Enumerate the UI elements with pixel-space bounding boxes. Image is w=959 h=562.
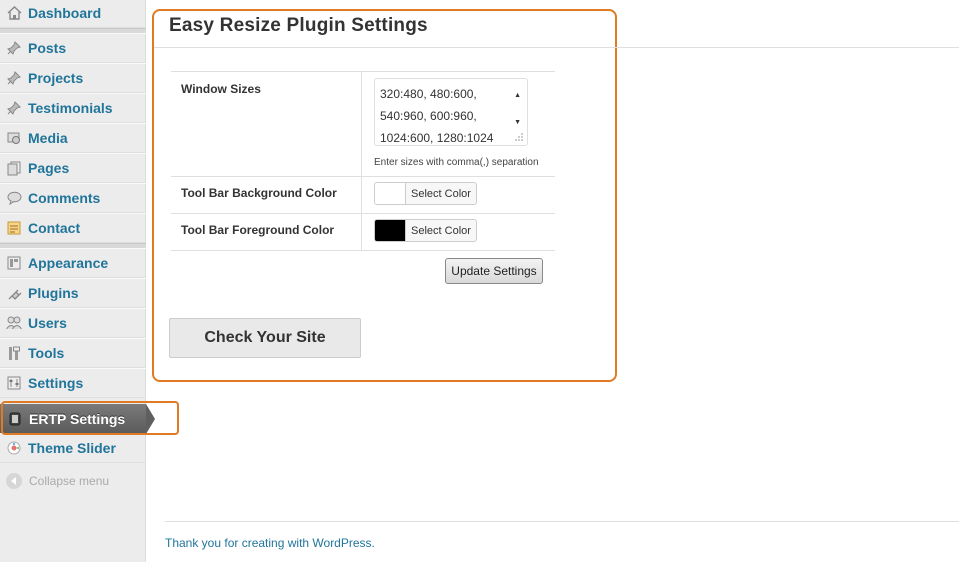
- sidebar-item-label: Contact: [28, 220, 81, 236]
- dashboard-icon: [6, 5, 22, 21]
- comment-icon: [6, 190, 22, 206]
- device-icon: [7, 411, 23, 427]
- update-settings-button[interactable]: Update Settings: [445, 258, 543, 284]
- window-sizes-value: 320:480, 480:600, 540:960, 600:960, 1024…: [380, 87, 494, 145]
- toolbar-bg-color-picker[interactable]: Select Color: [374, 182, 477, 205]
- collapse-arrow-icon: [6, 473, 22, 489]
- sidebar-item-label: Media: [28, 130, 68, 146]
- scroll-up-icon[interactable]: ▲: [514, 85, 521, 107]
- collapse-menu-button[interactable]: Collapse menu: [0, 470, 146, 492]
- toolbar-fg-swatch: [375, 220, 406, 241]
- sidebar-item-testimonials[interactable]: Testimonials: [0, 93, 146, 123]
- select-color-label: Select Color: [411, 224, 471, 237]
- sidebar-item-label: Tools: [28, 345, 65, 361]
- appearance-icon: [6, 255, 22, 271]
- sidebar-item-pages[interactable]: Pages: [0, 153, 146, 183]
- table-row-divider: [171, 213, 555, 214]
- toolbar-fg-label: Tool Bar Foreground Color: [181, 223, 335, 237]
- window-sizes-help: Enter sizes with comma(,) separation: [374, 157, 539, 168]
- footer-divider: [165, 521, 959, 522]
- sidebar-item-label: Appearance: [28, 255, 109, 271]
- table-row-divider: [171, 250, 555, 251]
- sidebar-item-label: Posts: [28, 40, 67, 56]
- select-color-label: Select Color: [411, 187, 471, 200]
- pushpin-icon: [6, 40, 22, 56]
- sidebar-item-label: ERTP Settings: [29, 411, 126, 427]
- title-divider: [154, 47, 959, 48]
- sidebar-item-label: Pages: [28, 160, 70, 176]
- sidebar-item-comments[interactable]: Comments: [0, 183, 146, 213]
- check-your-site-button[interactable]: Check Your Site: [169, 318, 361, 358]
- sidebar-item-label: Projects: [28, 70, 84, 86]
- sidebar-item-users[interactable]: Users: [0, 308, 146, 338]
- sidebar-item-dashboard[interactable]: Dashboard: [0, 0, 146, 28]
- sidebar-item-appearance[interactable]: Appearance: [0, 248, 146, 278]
- sidebar-item-plugins[interactable]: Plugins: [0, 278, 146, 308]
- sidebar-item-ertp-settings[interactable]: ERTP Settings: [0, 404, 155, 434]
- collapse-menu-label: Collapse menu: [29, 474, 110, 488]
- tools-icon: [6, 345, 22, 361]
- sidebar-item-settings[interactable]: Settings: [0, 368, 146, 398]
- toolbar-bg-swatch: [375, 183, 406, 204]
- sidebar-item-label: Plugins: [28, 285, 79, 301]
- sidebar-item-contact[interactable]: Contact: [0, 213, 146, 243]
- slider-icon: [6, 440, 22, 456]
- sidebar-item-label: Settings: [28, 375, 84, 391]
- sidebar-item-label: Comments: [28, 190, 101, 206]
- sidebar-item-posts[interactable]: Posts: [0, 33, 146, 63]
- plug-icon: [6, 285, 22, 301]
- toolbar-fg-color-picker[interactable]: Select Color: [374, 219, 477, 242]
- pushpin-icon: [6, 100, 22, 116]
- sidebar-item-projects[interactable]: Projects: [0, 63, 146, 93]
- users-icon: [6, 315, 22, 331]
- footer-wordpress-link[interactable]: Thank you for creating with WordPress.: [165, 536, 375, 550]
- sidebar-item-media[interactable]: Media: [0, 123, 146, 153]
- sidebar-item-label: Dashboard: [28, 5, 102, 21]
- sidebar-item-label: Theme Slider: [28, 440, 116, 456]
- pushpin-icon: [6, 70, 22, 86]
- sidebar-item-tools[interactable]: Tools: [0, 338, 146, 368]
- media-icon: [6, 130, 22, 146]
- settings-icon: [6, 375, 22, 391]
- toolbar-bg-label: Tool Bar Background Color: [181, 186, 337, 200]
- window-sizes-textarea[interactable]: 320:480, 480:600, 540:960, 600:960, 1024…: [374, 78, 528, 146]
- sidebar-item-label: Testimonials: [28, 100, 113, 116]
- table-row-divider: [171, 176, 555, 177]
- page-title: Easy Resize Plugin Settings: [169, 15, 428, 36]
- contact-icon: [6, 220, 22, 236]
- scroll-down-icon[interactable]: ▼: [514, 112, 521, 134]
- sidebar-item-theme-slider[interactable]: Theme Slider: [0, 433, 146, 463]
- admin-sidebar: Dashboard Posts Projects Testimonials Me…: [0, 0, 155, 562]
- resize-grip-icon[interactable]: [514, 132, 524, 142]
- sidebar-item-label: Users: [28, 315, 67, 331]
- window-sizes-label: Window Sizes: [181, 82, 261, 96]
- pages-icon: [6, 160, 22, 176]
- table-column-divider: [361, 71, 362, 250]
- table-row-divider: [171, 71, 555, 72]
